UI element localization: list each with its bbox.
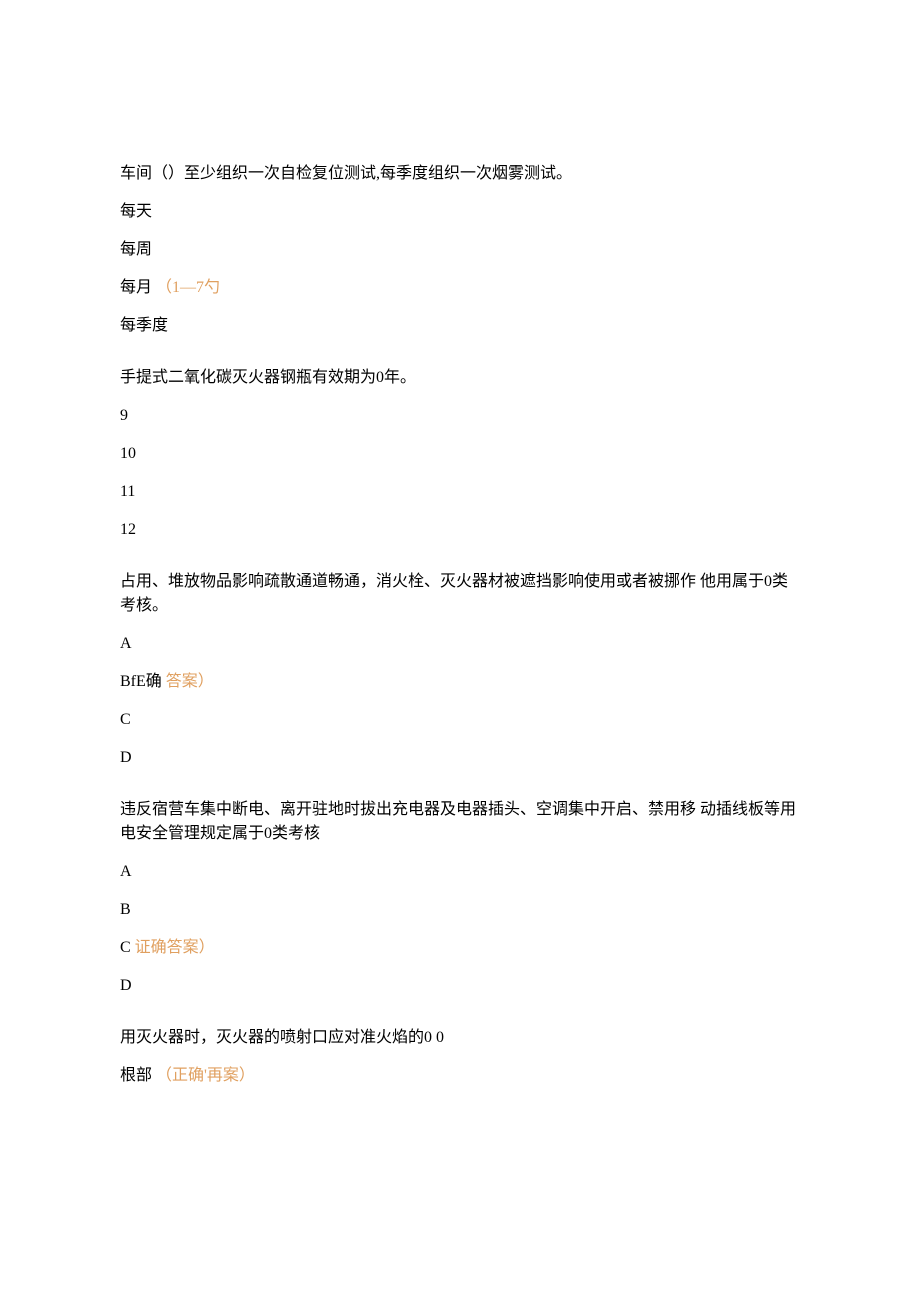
option-text: 根部 [120, 1067, 152, 1084]
question-text: 手提式二氧化碳灭火器钢瓶有效期为0年。 [120, 366, 800, 390]
question-block: 用灭火器时，灭火器的喷射口应对准火焰的0 0 根部 （正确'再案） [120, 1026, 800, 1088]
option-line: A [120, 860, 800, 884]
option-text: 9 [120, 407, 128, 424]
option-text: B [120, 901, 131, 918]
answer-mark: （正确'再案） [156, 1067, 255, 1084]
option-line: 12 [120, 518, 800, 542]
answer-mark: 证确答案） [135, 939, 215, 956]
option-line: 11 [120, 480, 800, 504]
option-text: BfE确 [120, 673, 162, 690]
option-line: 10 [120, 442, 800, 466]
question-text: 车间（）至少组织一次自检复位测试,每季度组织一次烟雾测试。 [120, 162, 800, 186]
question-block: 占用、堆放物品影响疏散通道畅通，消火栓、灭火器材被遮挡影响使用或者被挪作 他用属… [120, 570, 800, 770]
question-block: 手提式二氧化碳灭火器钢瓶有效期为0年。 9 10 11 12 [120, 366, 800, 542]
option-line: 每天 [120, 200, 800, 224]
option-line: BfE确 答案） [120, 670, 800, 694]
question-block: 违反宿营车集中断电、离开驻地时拔出充电器及电器插头、空调集中开启、禁用移 动插线… [120, 798, 800, 998]
option-text: 每季度 [120, 317, 168, 334]
option-text: C [120, 711, 131, 728]
document-body: 车间（）至少组织一次自检复位测试,每季度组织一次烟雾测试。 每天 每周 每月 （… [0, 0, 920, 1176]
option-line: B [120, 898, 800, 922]
option-line: 9 [120, 404, 800, 428]
question-text: 违反宿营车集中断电、离开驻地时拔出充电器及电器插头、空调集中开启、禁用移 动插线… [120, 798, 800, 846]
option-line: C [120, 708, 800, 732]
option-text: 每天 [120, 203, 152, 220]
option-line: C 证确答案） [120, 936, 800, 960]
answer-mark: 答案） [166, 673, 214, 690]
question-text: 用灭火器时，灭火器的喷射口应对准火焰的0 0 [120, 1026, 800, 1050]
option-line: 每周 [120, 238, 800, 262]
option-text: D [120, 977, 132, 994]
question-block: 车间（）至少组织一次自检复位测试,每季度组织一次烟雾测试。 每天 每周 每月 （… [120, 162, 800, 338]
answer-mark: （1—7勺 [156, 279, 220, 296]
option-line: 根部 （正确'再案） [120, 1064, 800, 1088]
option-text: 11 [120, 483, 135, 500]
option-text: D [120, 749, 132, 766]
option-text: 10 [120, 445, 136, 462]
option-text: A [120, 635, 132, 652]
option-line: D [120, 746, 800, 770]
option-line: A [120, 632, 800, 656]
option-text: 12 [120, 521, 136, 538]
question-text: 占用、堆放物品影响疏散通道畅通，消火栓、灭火器材被遮挡影响使用或者被挪作 他用属… [120, 570, 800, 618]
option-text: 每月 [120, 279, 152, 296]
option-text: 每周 [120, 241, 152, 258]
option-line: 每月 （1—7勺 [120, 276, 800, 300]
option-line: D [120, 974, 800, 998]
option-text: A [120, 863, 132, 880]
option-line: 每季度 [120, 314, 800, 338]
option-text: C [120, 939, 131, 956]
